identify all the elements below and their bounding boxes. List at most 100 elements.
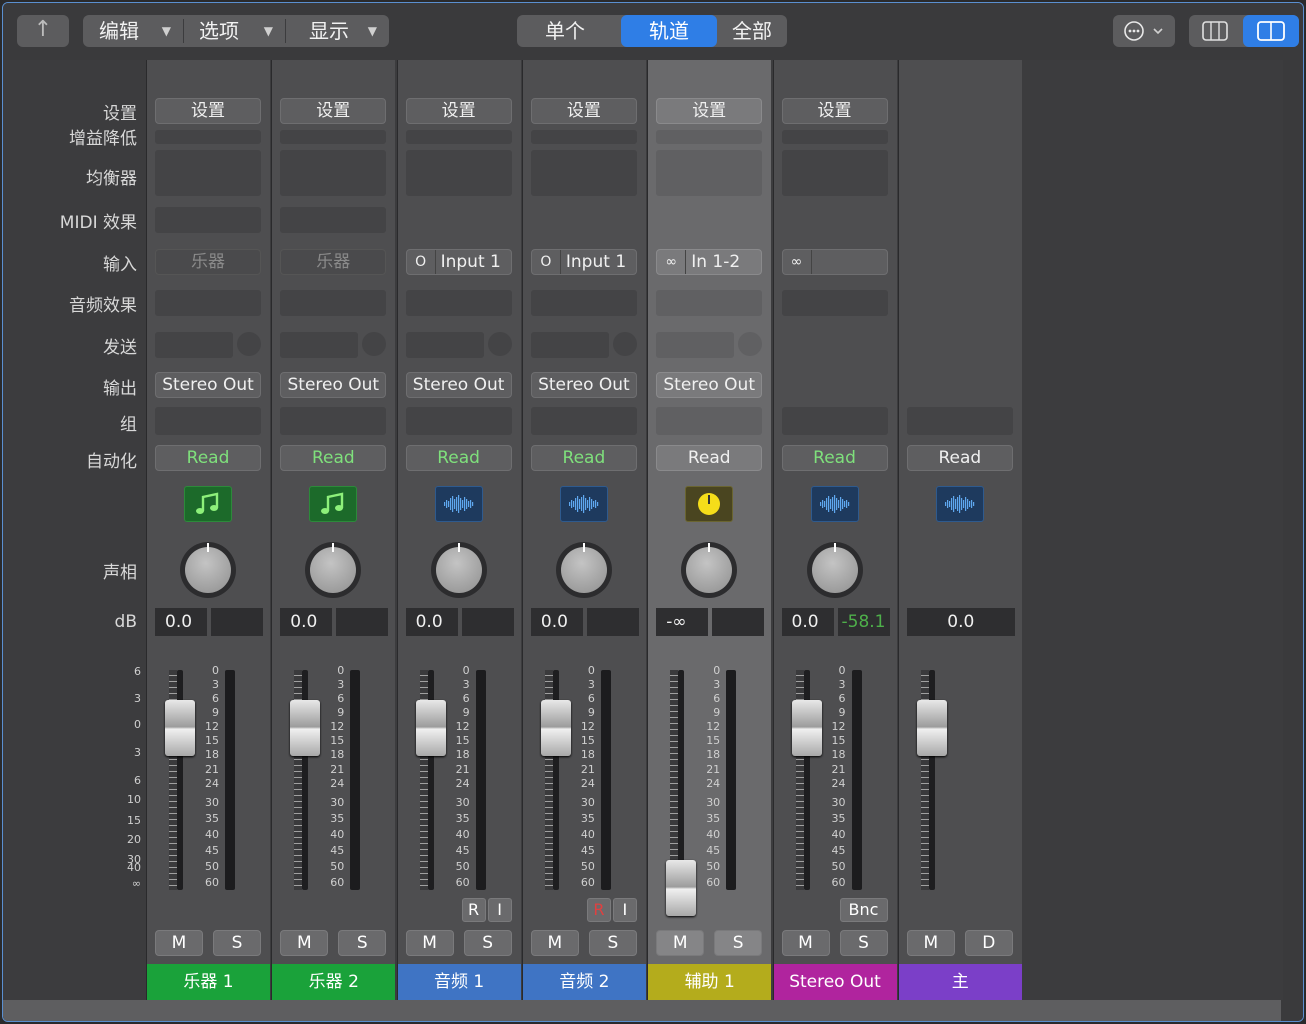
input-slot[interactable]: ∞ bbox=[781, 249, 888, 275]
volume-readout[interactable]: 0.0 bbox=[530, 608, 583, 636]
setting-button[interactable]: 设置 bbox=[781, 98, 888, 124]
setting-button[interactable]: 设置 bbox=[530, 98, 637, 124]
send-slot[interactable] bbox=[530, 332, 609, 358]
send-slot[interactable] bbox=[405, 332, 484, 358]
volume-fader-handle[interactable] bbox=[290, 700, 321, 756]
menu-options[interactable]: 选项 ▼ bbox=[183, 15, 285, 47]
waveform-icon[interactable] bbox=[434, 486, 483, 522]
track-name[interactable]: 音频 2 bbox=[522, 964, 646, 1000]
output-slot[interactable]: Stereo Out bbox=[530, 372, 637, 398]
input-slot[interactable]: 乐器 bbox=[280, 249, 387, 275]
send-slot[interactable] bbox=[656, 332, 735, 358]
group-slot[interactable] bbox=[906, 407, 1013, 435]
knob-yellow-icon[interactable] bbox=[685, 486, 734, 522]
send-level-knob[interactable] bbox=[612, 332, 637, 356]
menu-view[interactable]: 显示 ▼ bbox=[285, 15, 389, 47]
mute-button[interactable]: M bbox=[656, 930, 705, 956]
pan-knob[interactable] bbox=[305, 542, 362, 598]
pan-knob[interactable] bbox=[555, 542, 612, 598]
input-monitor-button[interactable]: I bbox=[487, 898, 512, 922]
volume-fader-handle[interactable] bbox=[415, 700, 446, 756]
automation-mode-button[interactable]: Read bbox=[656, 445, 763, 471]
mute-button[interactable]: M bbox=[155, 930, 203, 956]
volume-fader-track[interactable] bbox=[678, 670, 685, 890]
vertical-scrollbar[interactable] bbox=[1283, 60, 1303, 1000]
solo-button[interactable]: S bbox=[839, 930, 888, 956]
solo-button[interactable]: S bbox=[213, 930, 261, 956]
volume-readout[interactable]: 0.0 bbox=[280, 608, 333, 636]
group-slot[interactable] bbox=[781, 407, 888, 435]
volume-readout[interactable]: 0.0 bbox=[155, 608, 207, 636]
send-level-knob[interactable] bbox=[237, 332, 261, 356]
volume-fader-handle[interactable] bbox=[540, 700, 571, 756]
send-level-knob[interactable] bbox=[738, 332, 763, 356]
eq-display[interactable] bbox=[656, 150, 763, 196]
music-note-icon[interactable] bbox=[309, 486, 358, 522]
midi-fx-slot[interactable] bbox=[280, 207, 387, 233]
output-slot[interactable]: Stereo Out bbox=[155, 372, 261, 398]
columns-view-button[interactable] bbox=[1189, 15, 1241, 47]
mute-button[interactable]: M bbox=[906, 930, 955, 956]
automation-mode-button[interactable]: Read bbox=[530, 445, 637, 471]
automation-mode-button[interactable]: Read bbox=[155, 445, 261, 471]
record-enable-button[interactable]: R bbox=[461, 898, 486, 922]
volume-readout[interactable]: 0.0 bbox=[781, 608, 834, 636]
audio-fx-slot[interactable] bbox=[781, 290, 888, 316]
record-enable-button[interactable]: R bbox=[586, 898, 611, 922]
volume-readout[interactable]: -∞ bbox=[656, 608, 709, 636]
input-slot[interactable]: 乐器 bbox=[155, 249, 261, 275]
volume-fader-handle[interactable] bbox=[165, 700, 195, 756]
audio-fx-slot[interactable] bbox=[656, 290, 763, 316]
eq-display[interactable] bbox=[280, 150, 387, 196]
pan-knob[interactable] bbox=[180, 542, 236, 598]
mute-button[interactable]: M bbox=[280, 930, 329, 956]
waveform-icon[interactable] bbox=[935, 486, 984, 522]
input-slot[interactable]: ∞ In 1-2 bbox=[656, 249, 763, 275]
track-name[interactable]: 音频 1 bbox=[397, 964, 521, 1000]
waveform-icon[interactable] bbox=[810, 486, 859, 522]
split-view-button[interactable] bbox=[1243, 15, 1299, 47]
input-slot[interactable]: O Input 1 bbox=[405, 249, 512, 275]
audio-fx-slot[interactable] bbox=[405, 290, 512, 316]
setting-button[interactable]: 设置 bbox=[155, 98, 261, 124]
mute-button[interactable]: M bbox=[530, 930, 579, 956]
input-slot[interactable]: O Input 1 bbox=[530, 249, 637, 275]
audio-fx-slot[interactable] bbox=[155, 290, 261, 316]
solo-button[interactable]: S bbox=[714, 930, 763, 956]
volume-readout[interactable]: 0.0 bbox=[906, 608, 1015, 636]
send-level-knob[interactable] bbox=[487, 332, 512, 356]
waveform-icon[interactable] bbox=[559, 486, 608, 522]
send-level-knob[interactable] bbox=[362, 332, 387, 356]
automation-mode-button[interactable]: Read bbox=[280, 445, 387, 471]
solo-button[interactable]: S bbox=[338, 930, 387, 956]
track-name[interactable]: 乐器 1 bbox=[147, 964, 270, 1000]
tab-single[interactable]: 单个 bbox=[517, 15, 613, 47]
scrollbar-thumb[interactable] bbox=[3, 1000, 1281, 1021]
setting-button[interactable]: 设置 bbox=[405, 98, 512, 124]
automation-mode-button[interactable]: Read bbox=[781, 445, 888, 471]
output-slot[interactable]: Stereo Out bbox=[280, 372, 387, 398]
mute-button[interactable]: M bbox=[405, 930, 454, 956]
pan-knob[interactable] bbox=[681, 542, 738, 598]
menu-edit[interactable]: 编辑 ▼ bbox=[83, 15, 183, 47]
bounce-button[interactable]: Bnc bbox=[839, 898, 888, 922]
setting-button[interactable]: 设置 bbox=[656, 98, 763, 124]
track-name[interactable]: 乐器 2 bbox=[272, 964, 396, 1000]
group-slot[interactable] bbox=[280, 407, 387, 435]
automation-mode-button[interactable]: Read bbox=[906, 445, 1013, 471]
input-monitor-button[interactable]: I bbox=[612, 898, 637, 922]
group-slot[interactable] bbox=[155, 407, 261, 435]
eq-display[interactable] bbox=[155, 150, 261, 196]
midi-fx-slot[interactable] bbox=[155, 207, 261, 233]
solo-button[interactable]: S bbox=[463, 930, 512, 956]
track-name[interactable]: 主 bbox=[898, 964, 1022, 1000]
track-name[interactable]: 辅助 1 bbox=[648, 964, 772, 1000]
dim-button[interactable]: D bbox=[964, 930, 1013, 956]
volume-readout[interactable]: 0.0 bbox=[405, 608, 458, 636]
group-slot[interactable] bbox=[530, 407, 637, 435]
output-slot[interactable]: Stereo Out bbox=[656, 372, 763, 398]
eq-display[interactable] bbox=[405, 150, 512, 196]
volume-fader-handle[interactable] bbox=[916, 700, 947, 756]
more-options-button[interactable] bbox=[1113, 15, 1175, 47]
tab-all[interactable]: 全部 bbox=[717, 15, 787, 47]
